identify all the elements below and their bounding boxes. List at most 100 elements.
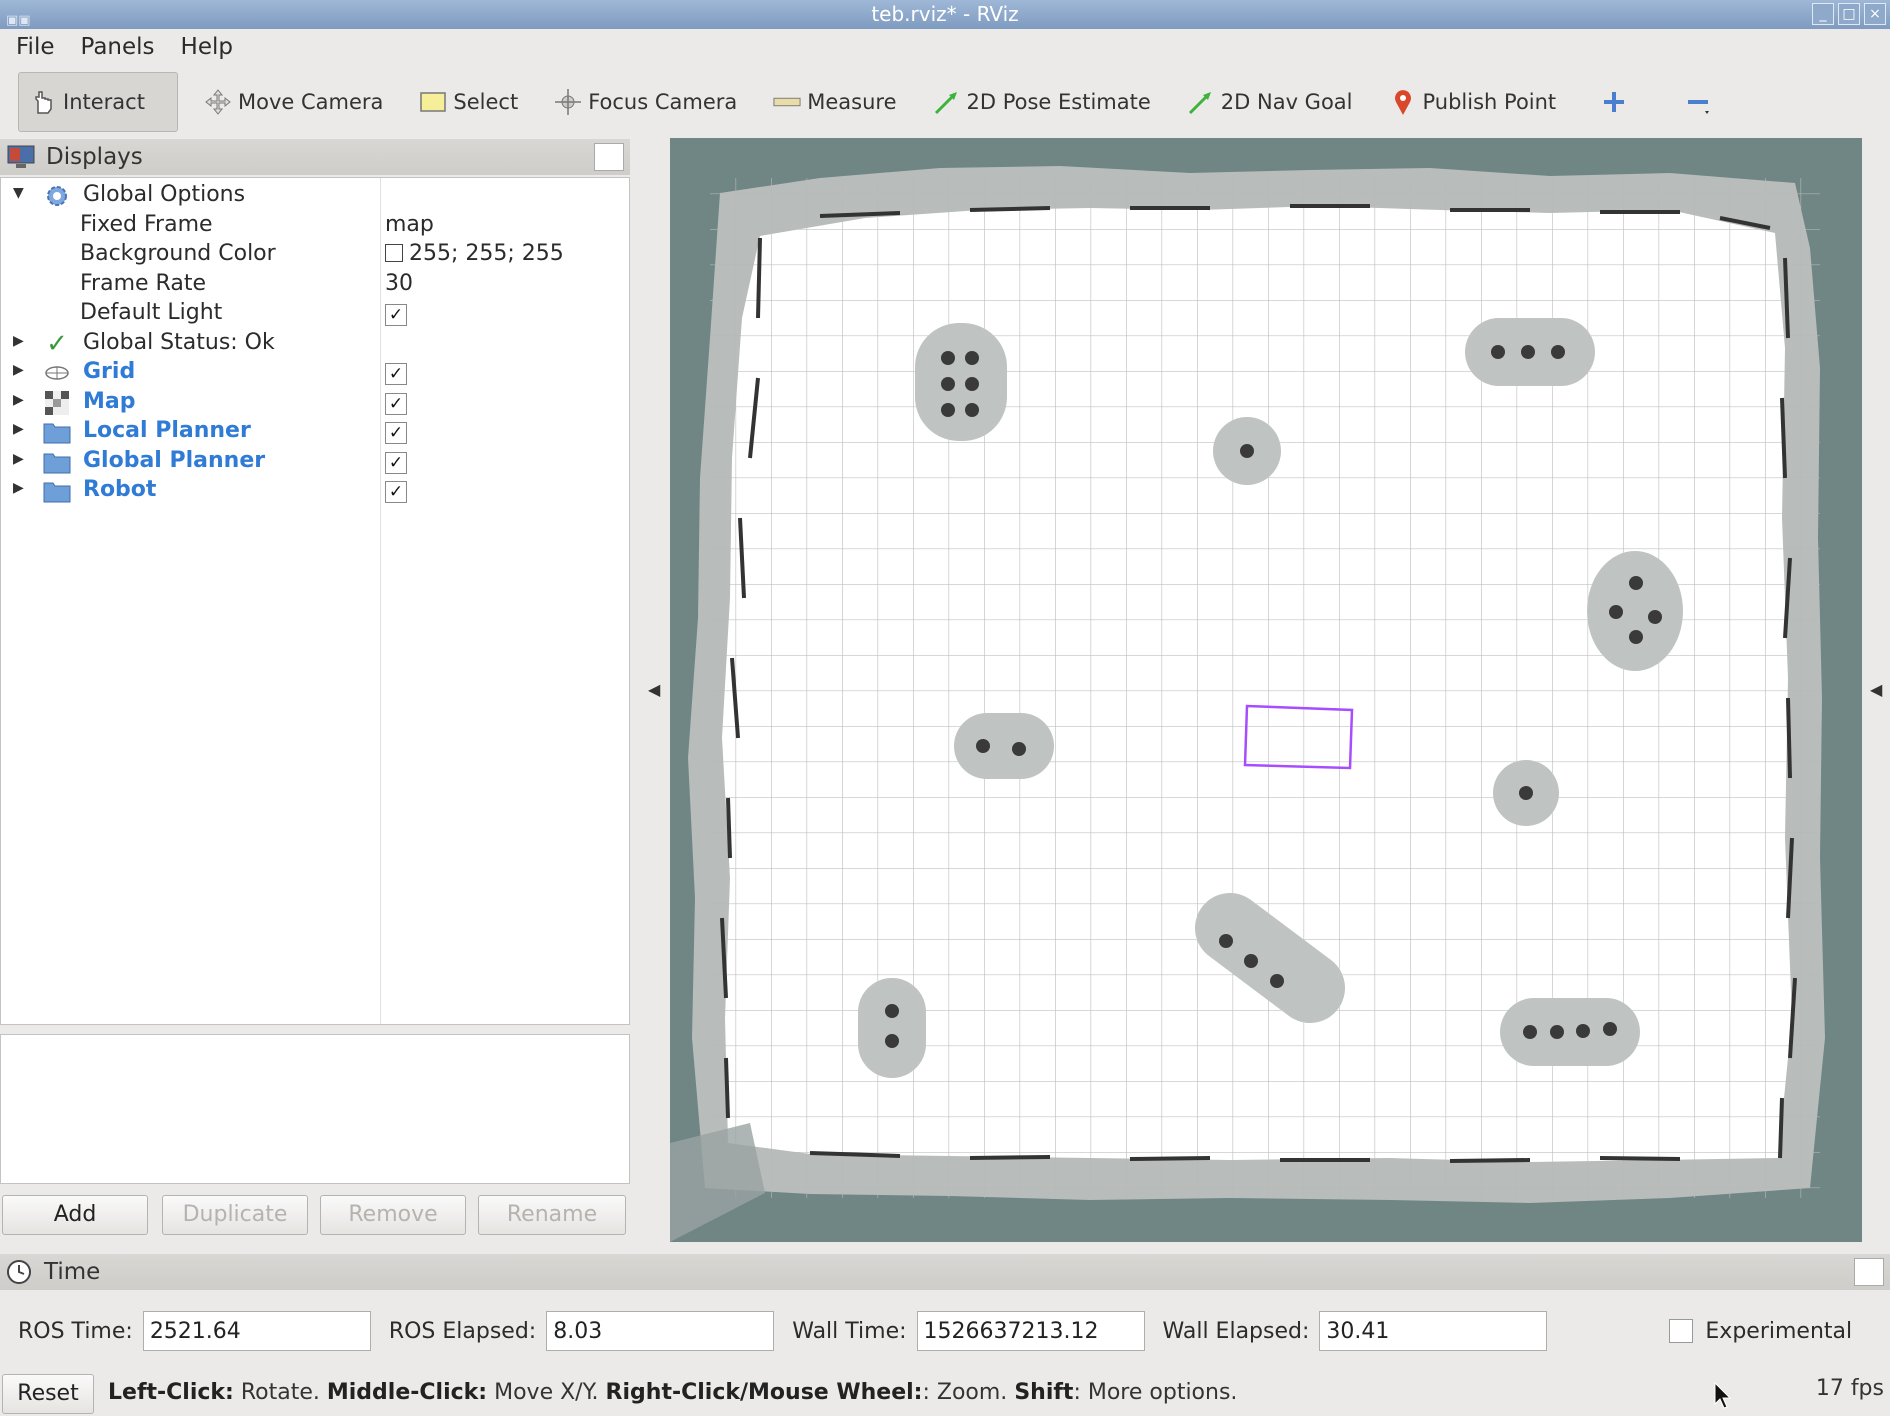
display-global-planner-label: Global Planner bbox=[83, 448, 266, 473]
frame-rate-label: Frame Rate bbox=[80, 271, 206, 296]
remove-tool-button[interactable] bbox=[1674, 72, 1722, 132]
tool-interact[interactable]: Interact bbox=[18, 72, 178, 132]
occupancy-map-canvas[interactable] bbox=[670, 138, 1862, 1242]
expand-arrow-icon[interactable]: ▶ bbox=[13, 333, 24, 349]
checkmark-icon: ✓ bbox=[46, 329, 68, 359]
expand-arrow-icon[interactable]: ▶ bbox=[13, 451, 24, 467]
collapse-left-arrow-icon[interactable]: ◀ bbox=[648, 680, 660, 699]
menu-file[interactable]: File bbox=[16, 34, 55, 60]
tool-publish-point-label: Publish Point bbox=[1422, 90, 1557, 114]
tree-row-global-options[interactable]: ▼ Global Options bbox=[1, 181, 629, 210]
color-swatch[interactable] bbox=[385, 244, 403, 262]
expand-arrow-icon[interactable]: ▶ bbox=[13, 362, 24, 378]
status-middle-click-text: Move X/Y. bbox=[487, 1380, 606, 1405]
default-light-checkbox[interactable]: ✓ bbox=[385, 304, 407, 326]
remove-display-button[interactable]: Remove bbox=[320, 1195, 466, 1235]
displays-panel-header: Displays bbox=[0, 139, 630, 175]
ros-elapsed-field[interactable] bbox=[546, 1311, 775, 1351]
tree-row-fixed-frame[interactable]: Fixed Frame map bbox=[1, 211, 629, 240]
tool-interact-label: Interact bbox=[63, 90, 145, 114]
tree-row-map[interactable]: ▶ Map ✓ bbox=[1, 388, 629, 417]
fixed-frame-value[interactable]: map bbox=[385, 212, 434, 237]
add-display-button[interactable]: Add bbox=[2, 1195, 148, 1235]
tree-row-default-light[interactable]: Default Light ✓ bbox=[1, 299, 629, 328]
frame-rate-value[interactable]: 30 bbox=[385, 271, 413, 296]
expand-arrow-icon[interactable]: ▶ bbox=[13, 480, 24, 496]
maximize-button[interactable]: □ bbox=[1838, 3, 1860, 25]
grid-icon bbox=[43, 360, 71, 386]
menu-help[interactable]: Help bbox=[181, 34, 233, 60]
duplicate-display-button[interactable]: Duplicate bbox=[162, 1195, 308, 1235]
rename-display-button[interactable]: Rename bbox=[478, 1195, 626, 1235]
folder-icon bbox=[43, 449, 71, 475]
tool-focus-camera-label: Focus Camera bbox=[588, 90, 738, 114]
status-bar: Reset Left-Click: Rotate. Middle-Click: … bbox=[0, 1372, 1890, 1414]
expand-arrow-icon[interactable]: ▶ bbox=[13, 421, 24, 437]
map-icon bbox=[43, 390, 71, 416]
window-title: teb.rviz* - RViz bbox=[871, 2, 1019, 26]
green-arrow-icon bbox=[933, 88, 961, 116]
time-float-button[interactable] bbox=[1854, 1258, 1884, 1286]
tool-move-camera[interactable]: Move Camera bbox=[194, 72, 393, 132]
tree-row-global-status[interactable]: ▶ ✓ Global Status: Ok bbox=[1, 329, 629, 359]
display-robot-label: Robot bbox=[83, 477, 157, 502]
background-color-value[interactable]: 255; 255; 255 bbox=[385, 241, 564, 266]
status-left-click-key: Left-Click: bbox=[108, 1380, 234, 1405]
close-button[interactable]: × bbox=[1864, 3, 1886, 25]
folder-icon bbox=[43, 478, 71, 504]
collapse-right-arrow-icon[interactable]: ◀ bbox=[1870, 680, 1882, 699]
display-local-planner-label: Local Planner bbox=[83, 418, 251, 443]
expand-arrow-icon[interactable]: ▼ bbox=[13, 185, 24, 201]
time-panel-header: Time bbox=[0, 1254, 1890, 1290]
focus-crosshair-icon bbox=[554, 88, 582, 116]
render-viewport[interactable] bbox=[670, 138, 1862, 1242]
grid-checkbox[interactable]: ✓ bbox=[385, 363, 407, 385]
folder-icon bbox=[43, 419, 71, 445]
default-light-label: Default Light bbox=[80, 300, 223, 325]
tree-row-global-planner[interactable]: ▶ Global Planner ✓ bbox=[1, 447, 629, 476]
expand-arrow-icon[interactable]: ▶ bbox=[13, 392, 24, 408]
reset-button[interactable]: Reset bbox=[2, 1374, 94, 1414]
fps-counter: 17 fps bbox=[1815, 1376, 1884, 1401]
wall-time-field[interactable] bbox=[916, 1311, 1145, 1351]
ros-time-label: ROS Time: bbox=[18, 1318, 133, 1344]
tool-measure[interactable]: Measure bbox=[763, 72, 906, 132]
tree-row-robot[interactable]: ▶ Robot ✓ bbox=[1, 476, 629, 505]
robot-checkbox[interactable]: ✓ bbox=[385, 481, 407, 503]
tool-publish-point[interactable]: Publish Point bbox=[1379, 72, 1567, 132]
tool-move-camera-label: Move Camera bbox=[238, 90, 384, 114]
wall-elapsed-label: Wall Elapsed: bbox=[1162, 1318, 1310, 1344]
add-tool-button[interactable] bbox=[1590, 72, 1638, 132]
map-checkbox[interactable]: ✓ bbox=[385, 393, 407, 415]
tool-2d-nav-goal-label: 2D Nav Goal bbox=[1220, 90, 1353, 114]
tool-focus-camera[interactable]: Focus Camera bbox=[544, 72, 747, 132]
status-right-click-text: : Zoom. bbox=[922, 1380, 1015, 1405]
displays-panel-title: Displays bbox=[46, 144, 143, 170]
tool-select[interactable]: Select bbox=[409, 72, 528, 132]
ros-time-field[interactable] bbox=[142, 1311, 371, 1351]
menu-panels[interactable]: Panels bbox=[81, 34, 155, 60]
global-planner-checkbox[interactable]: ✓ bbox=[385, 452, 407, 474]
minimize-button[interactable]: _ bbox=[1812, 3, 1834, 25]
wall-time-label: Wall Time: bbox=[792, 1318, 907, 1344]
status-shift-key: Shift bbox=[1014, 1380, 1074, 1405]
experimental-checkbox[interactable] bbox=[1669, 1319, 1694, 1343]
hand-pointer-icon bbox=[29, 88, 57, 116]
display-grid-label: Grid bbox=[83, 359, 136, 384]
displays-float-button[interactable] bbox=[594, 143, 624, 171]
time-panel-title: Time bbox=[44, 1259, 101, 1285]
tree-row-grid[interactable]: ▶ Grid ✓ bbox=[1, 358, 629, 387]
time-fields-row: ROS Time: ROS Elapsed: Wall Time: Wall E… bbox=[0, 1308, 1890, 1354]
status-left-click-text: Rotate. bbox=[233, 1380, 327, 1405]
map-pin-icon bbox=[1389, 88, 1417, 116]
tree-row-background-color[interactable]: Background Color 255; 255; 255 bbox=[1, 240, 629, 269]
tool-2d-nav-goal[interactable]: 2D Nav Goal bbox=[1177, 72, 1363, 132]
tree-row-local-planner[interactable]: ▶ Local Planner ✓ bbox=[1, 417, 629, 446]
display-description-box bbox=[0, 1034, 630, 1184]
tool-2d-pose-estimate[interactable]: 2D Pose Estimate bbox=[923, 72, 1161, 132]
local-planner-checkbox[interactable]: ✓ bbox=[385, 422, 407, 444]
status-help-text: Left-Click: Rotate. Middle-Click: Move X… bbox=[108, 1380, 1237, 1405]
tree-row-frame-rate[interactable]: Frame Rate 30 bbox=[1, 270, 629, 299]
minus-icon bbox=[1684, 88, 1712, 116]
wall-elapsed-field[interactable] bbox=[1319, 1311, 1548, 1351]
